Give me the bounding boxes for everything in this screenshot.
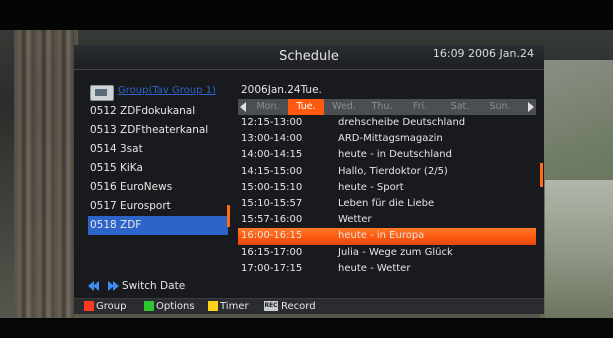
- rewind-icon: [93, 281, 99, 291]
- event-time: 15:00-15:10: [241, 181, 303, 193]
- event-title: heute - Wetter: [338, 262, 411, 274]
- event-title: ARD-Mittagsmagazin: [338, 133, 443, 145]
- red-key-icon: [84, 301, 94, 311]
- event-time: 16:15-17:00: [241, 246, 303, 258]
- background-right-snow: [545, 180, 613, 320]
- channel-number: 0513: [90, 124, 117, 136]
- channel-name: ZDF: [120, 219, 142, 231]
- event-row[interactable]: 12:15-13:00 drehscheibe Deutschland: [238, 115, 536, 131]
- event-scrollbar[interactable]: [540, 163, 543, 187]
- event-row-selected[interactable]: 16:00-16:15 heute - in Europa: [238, 228, 536, 245]
- day-fri[interactable]: Fri.: [402, 99, 438, 115]
- channel-scrollbar[interactable]: [227, 205, 230, 227]
- channel-row[interactable]: 0512 ZDFdokukanal: [88, 102, 228, 121]
- event-title: heute - Sport: [338, 181, 404, 193]
- channel-row[interactable]: 0516 EuroNews: [88, 178, 228, 197]
- channel-name: 3sat: [120, 143, 143, 155]
- top-letterbox: [0, 0, 613, 30]
- channel-list: Group(Tav Group 1) 0512 ZDFdokukanal 051…: [88, 82, 228, 235]
- channel-row-selected[interactable]: 0518 ZDF: [88, 216, 228, 235]
- channel-row[interactable]: 0515 KiKa: [88, 159, 228, 178]
- event-row[interactable]: 14:15-15:00 Hallo, Tierdoktor (2/5): [238, 164, 536, 180]
- channel-row[interactable]: 0517 Eurosport: [88, 197, 228, 216]
- day-selector: Mon. Tue. Wed. Thu. Fri. Sat. Sun.: [238, 99, 536, 115]
- event-row[interactable]: 16:15-17:00 Julia - Wege zum Glück: [238, 245, 536, 261]
- record-button-label: Record: [281, 301, 316, 312]
- event-row[interactable]: 14:00-14:15 heute - in Deutschland: [238, 147, 536, 163]
- next-day-arrow-icon[interactable]: [528, 102, 534, 112]
- schedule-panel: Schedule 16:09 2006 Jan.24 Group(Tav Gro…: [74, 45, 544, 314]
- title-bar: Schedule 16:09 2006 Jan.24: [74, 45, 544, 70]
- switch-date-label: Switch Date: [122, 280, 186, 292]
- timer-button-label: Timer: [220, 301, 249, 312]
- channel-name: ZDFtheaterkanal: [120, 124, 209, 136]
- tv-group-icon: [90, 85, 114, 101]
- channel-number: 0512: [90, 105, 117, 117]
- day-sun[interactable]: Sun.: [482, 99, 518, 115]
- day-tue[interactable]: Tue.: [288, 99, 324, 115]
- event-time: 14:00-14:15: [241, 149, 303, 161]
- event-title: heute - in Deutschland: [338, 149, 452, 161]
- yellow-key-icon: [208, 301, 218, 311]
- event-title: heute - in Europa: [338, 230, 425, 242]
- event-time: 15:57-16:00: [241, 214, 303, 226]
- event-title: drehscheibe Deutschland: [338, 117, 466, 128]
- event-title: Julia - Wege zum Glück: [338, 246, 453, 258]
- channel-number: 0518: [90, 219, 117, 231]
- day-sat[interactable]: Sat.: [442, 99, 478, 115]
- channel-row[interactable]: 0513 ZDFtheaterkanal: [88, 121, 228, 140]
- event-time: 14:15-15:00: [241, 165, 303, 177]
- channel-number: 0516: [90, 181, 117, 193]
- event-row[interactable]: 15:10-15:57 Leben für die Liebe: [238, 196, 536, 212]
- event-time: 17:00-17:15: [241, 262, 303, 274]
- bottom-letterbox: [0, 318, 613, 338]
- day-mon[interactable]: Mon.: [250, 99, 286, 115]
- green-key-icon: [144, 301, 154, 311]
- event-row[interactable]: 15:57-16:00 Wetter: [238, 212, 536, 228]
- channel-name: KiKa: [120, 162, 143, 174]
- channel-name: EuroNews: [120, 181, 173, 193]
- footer-legend: Group Options Timer REC Record: [74, 298, 544, 314]
- channel-row[interactable]: 0514 3sat: [88, 140, 228, 159]
- group-button-label: Group: [96, 301, 127, 312]
- event-row[interactable]: 17:00-17:15 heute - Wetter: [238, 261, 536, 277]
- background-left-structure: [14, 30, 78, 320]
- event-title: Leben für die Liebe: [338, 197, 435, 209]
- channel-number: 0514: [90, 143, 117, 155]
- channel-number: 0515: [90, 162, 117, 174]
- schedule-date: 2006Jan.24Tue.: [241, 84, 322, 96]
- event-title: Hallo, Tierdoktor (2/5): [338, 165, 448, 177]
- channel-number: 0517: [90, 200, 117, 212]
- event-row[interactable]: 15:00-15:10 heute - Sport: [238, 180, 536, 196]
- event-time: 16:00-16:15: [241, 230, 303, 242]
- event-time: 15:10-15:57: [241, 197, 303, 209]
- channel-name: ZDFdokukanal: [120, 105, 196, 117]
- event-time: 12:15-13:00: [241, 117, 303, 128]
- event-row[interactable]: 13:00-14:00 ARD-Mittagsmagazin: [238, 131, 536, 147]
- group-name[interactable]: Group(Tav Group 1): [118, 85, 216, 96]
- channel-name: Eurosport: [120, 200, 171, 212]
- group-selector[interactable]: Group(Tav Group 1): [88, 82, 228, 102]
- event-list: 2006Jan.24Tue. Mon. Tue. Wed. Thu. Fri. …: [238, 82, 536, 277]
- rec-key-icon: REC: [264, 301, 278, 311]
- event-time: 13:00-14:00: [241, 133, 303, 145]
- forward-icon: [113, 281, 119, 291]
- day-wed[interactable]: Wed.: [326, 99, 362, 115]
- day-thu[interactable]: Thu.: [364, 99, 400, 115]
- clock: 16:09 2006 Jan.24: [432, 47, 534, 60]
- prev-day-arrow-icon[interactable]: [240, 102, 246, 112]
- event-title: Wetter: [338, 214, 372, 226]
- options-button-label: Options: [156, 301, 195, 312]
